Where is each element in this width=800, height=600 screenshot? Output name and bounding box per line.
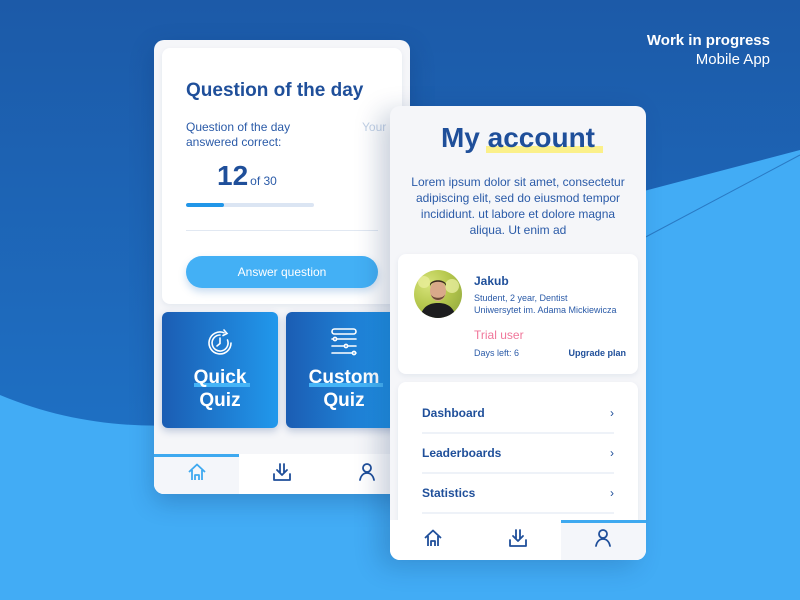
peek-text: Your <box>362 120 387 134</box>
nav-home[interactable] <box>154 454 240 494</box>
clock-refresh-icon <box>162 326 278 360</box>
quick-quiz-label: Quick Quiz <box>162 366 278 412</box>
bottom-nav <box>390 520 646 560</box>
home-screen: Question of the day Question of the day … <box>154 40 410 494</box>
question-card-title: Question of the day <box>186 80 363 102</box>
quick-quiz-tile[interactable]: Quick Quiz <box>162 312 278 428</box>
question-of-the-day-card: Question of the day Question of the day … <box>162 48 402 304</box>
nav-profile[interactable] <box>560 520 646 560</box>
days-left: Days left: 6 <box>474 348 520 358</box>
profile-card: Jakub Student, 2 year, Dentist Uniwersyt… <box>398 254 638 374</box>
menu-item-label: Dashboard <box>422 406 485 420</box>
tagline: Work in progress Mobile App <box>647 31 770 69</box>
menu-item-leaderboards[interactable]: Leaderboards › <box>422 434 614 474</box>
tile-line1: Custom <box>308 367 380 388</box>
tagline-subtitle: Mobile App <box>695 51 770 68</box>
home-icon <box>423 528 443 553</box>
account-description: Lorem ipsum dolor sit amet, consectetur … <box>411 175 625 237</box>
account-screen: My account Lorem ipsum dolor sit amet, c… <box>390 106 646 560</box>
custom-quiz-tile[interactable]: Custom Quiz <box>286 312 402 428</box>
menu-item-label: Statistics <box>422 486 476 500</box>
chevron-right-icon: › <box>610 406 614 420</box>
score-progress-fill <box>186 203 225 207</box>
menu-item-label: Leaderboards <box>422 446 502 460</box>
tile-line2: Quiz <box>199 390 241 411</box>
menu-item-statistics[interactable]: Statistics › <box>422 474 614 514</box>
custom-quiz-label: Custom Quiz <box>286 366 402 412</box>
trial-status-badge: Trial user <box>474 328 524 342</box>
title-highlight: account <box>487 122 596 153</box>
sliders-icon <box>286 326 402 360</box>
tile-line2: Quiz <box>323 390 365 411</box>
download-icon <box>272 462 292 487</box>
profile-name: Jakub <box>474 274 509 288</box>
home-icon <box>187 462 207 487</box>
menu-item-dashboard[interactable]: Dashboard › <box>422 394 614 434</box>
upgrade-plan-link[interactable]: Upgrade plan <box>568 348 626 358</box>
account-menu: Dashboard › Leaderboards › Statistics › <box>398 382 638 532</box>
tile-line1: Quick <box>193 367 247 388</box>
title-text: My <box>440 122 488 153</box>
nav-home[interactable] <box>390 520 475 560</box>
bottom-nav <box>154 454 410 494</box>
avatar <box>414 270 462 318</box>
nav-downloads[interactable] <box>239 454 324 494</box>
score-total: of 30 <box>250 174 277 188</box>
nav-downloads[interactable] <box>475 520 560 560</box>
profile-info: Student, 2 year, Dentist Uniwersytet im.… <box>474 292 617 316</box>
title-text: Question of the <box>186 80 331 101</box>
chevron-right-icon: › <box>610 486 614 500</box>
title-highlight: day <box>330 80 364 101</box>
tagline-title: Work in progress <box>646 32 770 49</box>
answered-correct-label: Question of the day answered correct: <box>186 120 291 149</box>
profile-icon <box>593 528 613 553</box>
download-icon <box>508 528 528 553</box>
divider <box>186 230 378 231</box>
score: 12 of 30 <box>217 160 277 192</box>
profile-university: Uniwersytet im. Adama Mickiewicza <box>474 305 617 315</box>
answer-question-button[interactable]: Answer question <box>186 256 378 288</box>
account-title: My account <box>390 122 646 154</box>
profile-study: Student, 2 year, Dentist <box>474 293 568 303</box>
chevron-right-icon: › <box>610 446 614 460</box>
profile-icon <box>357 462 377 487</box>
score-value: 12 <box>217 160 249 191</box>
score-progress-bar <box>186 203 314 207</box>
